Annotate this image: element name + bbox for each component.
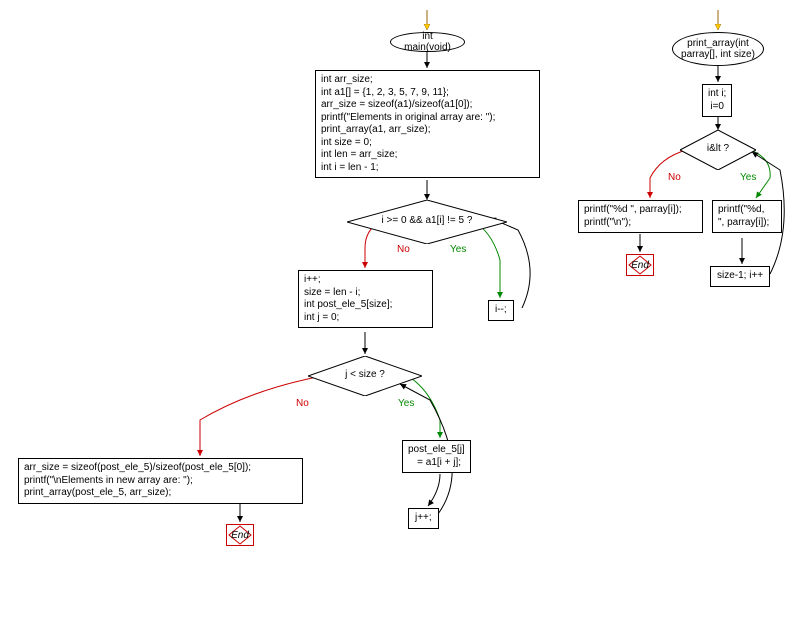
main-cond1-text: i >= 0 && a1[i] != 5 ? (347, 215, 507, 226)
main-cond1-no-label: No (397, 244, 410, 255)
print-array-yes-body: printf("%d, ", parray[i]); (712, 200, 782, 233)
print-array-start-oval: print_array(int parray[], int size) (672, 32, 764, 66)
main-start-oval: int main(void) (390, 32, 465, 52)
main-start-label: int main(void) (399, 31, 456, 53)
main-cond1-yes-body: i--; (488, 300, 514, 321)
print-array-no-block: printf("%d ", parray[i]); printf("\n"); (578, 200, 703, 233)
main-end-node: End (226, 524, 254, 546)
print-array-no-label: No (668, 172, 681, 183)
print-array-end-label: End (631, 260, 649, 271)
main-cond1-no-block: i++; size = len - i; int post_ele_5[size… (298, 270, 433, 328)
main-cond2-text: j < size ? (308, 369, 422, 380)
print-array-start-label: print_array(int parray[], int size) (681, 38, 755, 60)
main-cond2-yes-after: j++; (408, 508, 439, 529)
main-cond2-yes-body: post_ele_5[j] = a1[i + j]; (402, 440, 471, 473)
print-array-cond-text: i&lt ? (680, 143, 756, 154)
print-array-yes-after: size-1; i++ (710, 266, 770, 287)
main-cond2-no-label: No (296, 398, 309, 409)
main-final-block: arr_size = sizeof(post_ele_5)/sizeof(pos… (18, 458, 303, 504)
print-array-yes-label: Yes (740, 172, 756, 183)
main-end-label: End (231, 530, 249, 541)
main-cond2-yes-label: Yes (398, 398, 414, 409)
print-array-end-node: End (626, 254, 654, 276)
main-init-block: int arr_size; int a1[] = {1, 2, 3, 5, 7,… (315, 70, 540, 178)
print-array-init-block: int i; i=0 (702, 84, 732, 117)
main-cond1-yes-label: Yes (450, 244, 466, 255)
